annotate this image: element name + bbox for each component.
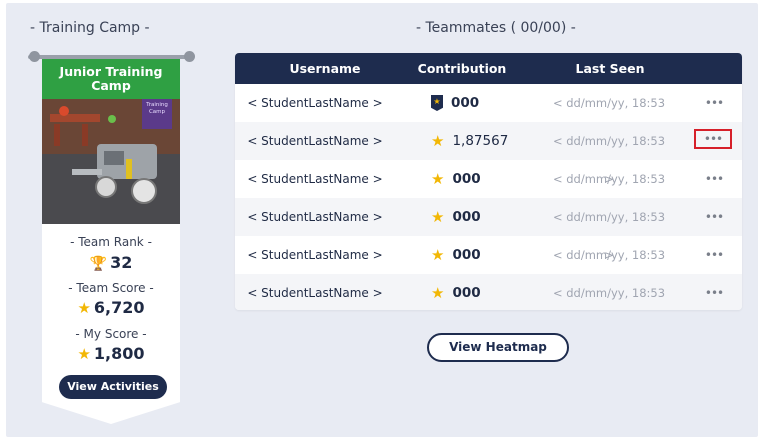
star-icon: ★: [431, 284, 445, 302]
table-row[interactable]: < StudentLastName > ★ 000 < dd/mm/yy, 18:…: [235, 274, 742, 310]
my-score-value: ★ 1,800: [77, 344, 145, 363]
teammates-title: - Teammates ( 00/00) -: [416, 20, 576, 36]
username-cell[interactable]: < StudentLastName >: [235, 122, 395, 160]
contribution-cell: ★ 000: [431, 84, 551, 122]
banner-rod: [28, 55, 192, 59]
more-options-button[interactable]: •••: [694, 129, 732, 149]
rod-left-knob: [29, 51, 40, 62]
training-camp-title: - Training Camp -: [30, 20, 150, 36]
contribution-cell: ★ 000: [431, 246, 481, 264]
star-icon: ★: [431, 170, 445, 188]
table-header: Username Contribution Last Seen: [235, 53, 742, 84]
username-cell[interactable]: < StudentLastName >: [235, 274, 395, 310]
column-last-seen[interactable]: Last Seen: [545, 53, 675, 84]
table-row[interactable]: < StudentLastName > ★ 000 < dd/mm/yy, 18:…: [235, 84, 742, 148]
teammates-table: Username Contribution Last Seen < Studen…: [235, 53, 742, 310]
last-seen-cell: < dd/mm/yy, 18:53 >: [552, 248, 666, 300]
table-row[interactable]: < StudentLastName > ★ 1,87567 < dd/mm/yy,…: [235, 122, 742, 186]
more-options-button[interactable]: •••: [695, 236, 733, 274]
username-cell[interactable]: < StudentLastName >: [235, 198, 395, 236]
training-camp-banner: Junior Training Camp Training Camp - Tea…: [42, 59, 180, 424]
more-options-button[interactable]: •••: [695, 84, 733, 122]
team-rank-label: - Team Rank -: [70, 235, 152, 249]
last-seen-cell: < dd/mm/yy, 18:53 >: [552, 134, 666, 186]
more-options-button[interactable]: •••: [695, 160, 733, 198]
more-options-button[interactable]: •••: [695, 274, 733, 310]
table-row[interactable]: < StudentLastName > ★ 000 < dd/mm/yy, 18:…: [235, 198, 742, 262]
column-contribution[interactable]: Contribution: [403, 53, 521, 84]
contribution-cell: ★ 1,87567: [431, 132, 509, 150]
view-activities-button[interactable]: View Activities: [59, 375, 167, 399]
view-heatmap-button[interactable]: View Heatmap: [427, 333, 569, 362]
table-row[interactable]: < StudentLastName > ★ 000 < dd/mm/yy, 18:…: [235, 160, 742, 224]
team-rank-value: 🏆 32: [89, 253, 133, 272]
username-cell[interactable]: < StudentLastName >: [235, 84, 395, 122]
last-seen-cell: < dd/mm/yy, 18:53 >: [552, 96, 666, 148]
banner-title: Junior Training Camp: [42, 59, 180, 99]
more-options-button[interactable]: •••: [695, 198, 733, 236]
column-username[interactable]: Username: [255, 53, 395, 84]
trophy-icon: 🏆: [89, 256, 108, 272]
contribution-cell: ★ 000: [431, 284, 481, 302]
team-score-value: ★ 6,720: [77, 298, 145, 317]
camp-image: Training Camp: [42, 99, 180, 224]
username-cell[interactable]: < StudentLastName >: [235, 236, 395, 274]
contribution-cell: ★ 000: [431, 170, 481, 188]
rank-badge-icon: ★: [431, 95, 443, 111]
team-score-label: - Team Score -: [68, 281, 154, 295]
username-cell[interactable]: < StudentLastName >: [235, 160, 395, 198]
camp-tag: Training Camp: [142, 99, 172, 129]
table-row[interactable]: < StudentLastName > ★ 000 < dd/mm/yy, 18:…: [235, 236, 742, 300]
star-icon: ★: [431, 246, 445, 264]
last-seen-cell: < dd/mm/yy, 18:53 >: [552, 286, 666, 300]
my-score-label: - My Score -: [75, 327, 147, 341]
star-icon: ★: [431, 208, 445, 226]
star-icon: ★: [77, 299, 91, 317]
rod-right-knob: [184, 51, 195, 62]
contribution-cell: ★ 000: [431, 208, 481, 226]
star-icon: ★: [431, 132, 445, 150]
last-seen-cell: < dd/mm/yy, 18:53 >: [552, 172, 666, 224]
last-seen-cell: < dd/mm/yy, 18:53 >: [552, 210, 666, 262]
star-icon: ★: [77, 345, 91, 363]
